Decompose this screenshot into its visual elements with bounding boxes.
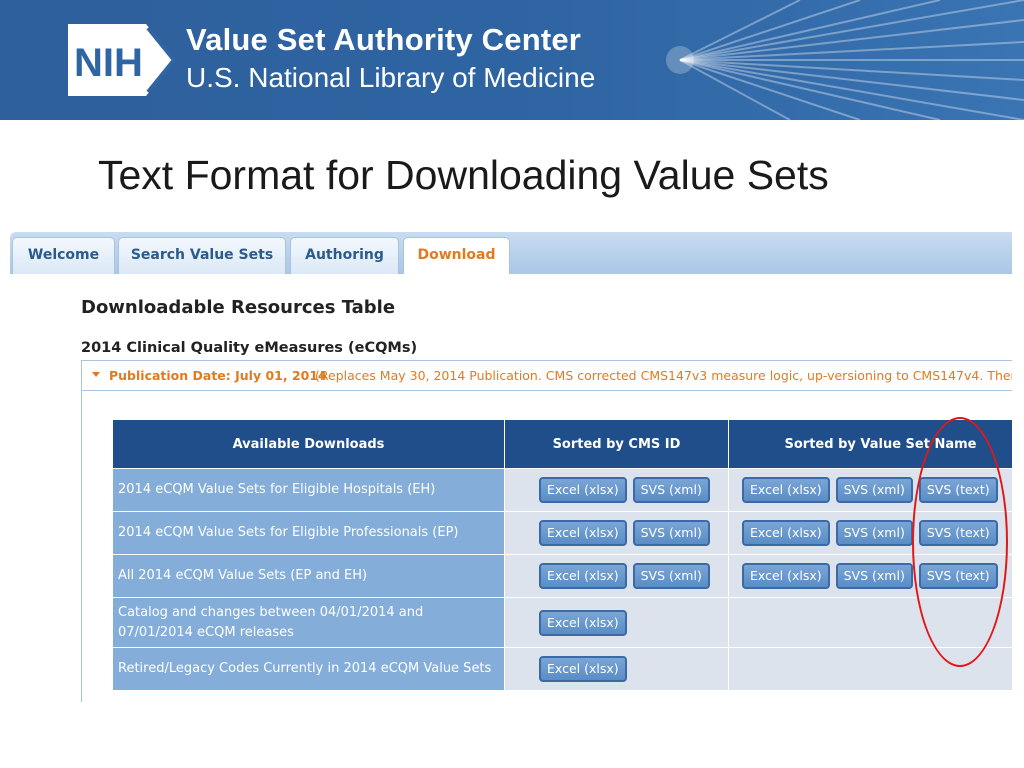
value-set-name-downloads: Excel (xlsx) SVS (xml) SVS (text) (728, 554, 1012, 598)
svs-xml-button[interactable]: SVS (xml) (632, 520, 710, 546)
vsac-banner: NIH Value Set Authority Center U.S. Nati… (0, 0, 1024, 120)
excel-xlsx-button[interactable]: Excel (xlsx) (742, 563, 830, 589)
publication-accordion: Publication Date: July 01, 2014 (Replace… (81, 360, 1012, 702)
nih-logo-text: NIH (74, 41, 143, 85)
svs-xml-button[interactable]: SVS (xml) (835, 563, 913, 589)
svs-text-button[interactable]: SVS (text) (918, 477, 998, 503)
tab-welcome[interactable]: Welcome (12, 237, 115, 274)
excel-xlsx-button[interactable]: Excel (xlsx) (539, 609, 627, 636)
column-header: Sorted by CMS ID (504, 419, 729, 469)
banner-title: Value Set Authority Center (186, 22, 582, 57)
column-header: Sorted by Value Set Name (728, 419, 1012, 469)
cms-id-downloads: Excel (xlsx) SVS (xml) (504, 511, 729, 555)
excel-xlsx-button[interactable]: Excel (xlsx) (742, 477, 830, 503)
publication-note: (Replaces May 30, 2014 Publication. CMS … (315, 368, 1012, 383)
svs-xml-button[interactable]: SVS (xml) (632, 563, 710, 589)
table-row: Retired/Legacy Codes Currently in 2014 e… (112, 647, 1012, 691)
section-heading: 2014 Clinical Quality eMeasures (eCQMs) (81, 340, 418, 356)
svs-text-button[interactable]: SVS (text) (918, 520, 998, 546)
banner-subtitle: U.S. National Library of Medicine (186, 62, 596, 93)
page-title: Downloadable Resources Table (81, 297, 396, 318)
row-label: All 2014 eCQM Value Sets (EP and EH) (112, 554, 505, 598)
table-row: 2014 eCQM Value Sets for Eligible Profes… (112, 511, 1012, 555)
svs-xml-button[interactable]: SVS (xml) (835, 477, 913, 503)
tab-search-value-sets[interactable]: Search Value Sets (118, 237, 286, 274)
publication-header[interactable]: Publication Date: July 01, 2014 (Replace… (82, 361, 1012, 391)
column-header: Available Downloads (112, 419, 505, 469)
caret-down-icon (92, 372, 100, 377)
excel-xlsx-button[interactable]: Excel (xlsx) (539, 520, 627, 546)
tab-strip: Welcome Search Value Sets Authoring Down… (10, 232, 1012, 274)
value-set-name-downloads: Excel (xlsx) SVS (xml) SVS (text) (728, 468, 1012, 512)
empty-cell (728, 647, 1012, 691)
excel-xlsx-button[interactable]: Excel (xlsx) (539, 477, 627, 503)
tab-download[interactable]: Download (403, 237, 510, 274)
row-label: 2014 eCQM Value Sets for Eligible Profes… (112, 511, 505, 555)
svs-xml-button[interactable]: SVS (xml) (632, 477, 710, 503)
cms-id-downloads: Excel (xlsx) (504, 647, 729, 691)
value-set-name-downloads: Excel (xlsx) SVS (xml) SVS (text) (728, 511, 1012, 555)
tab-authoring[interactable]: Authoring (290, 237, 399, 274)
slide-title: Text Format for Downloading Value Sets (98, 152, 829, 198)
cms-id-downloads: Excel (xlsx) (504, 597, 729, 648)
starburst-decoration (666, 0, 1024, 120)
empty-cell (728, 597, 1012, 648)
vsac-download-screenshot: Welcome Search Value Sets Authoring Down… (10, 232, 1012, 702)
downloads-table: Available Downloads Sorted by CMS ID Sor… (112, 419, 1012, 691)
row-label: Catalog and changes between 04/01/2014 a… (112, 597, 505, 648)
excel-xlsx-button[interactable]: Excel (xlsx) (539, 656, 627, 682)
table-row: All 2014 eCQM Value Sets (EP and EH) Exc… (112, 554, 1012, 598)
row-label: 2014 eCQM Value Sets for Eligible Hospit… (112, 468, 505, 512)
table-row: Catalog and changes between 04/01/2014 a… (112, 597, 1012, 648)
cms-id-downloads: Excel (xlsx) SVS (xml) (504, 554, 729, 598)
svs-text-button[interactable]: SVS (text) (918, 563, 998, 589)
table-row: 2014 eCQM Value Sets for Eligible Hospit… (112, 468, 1012, 512)
slide: NIH Value Set Authority Center U.S. Nati… (0, 0, 1024, 768)
cms-id-downloads: Excel (xlsx) SVS (xml) (504, 468, 729, 512)
publication-date: Publication Date: July 01, 2014 (109, 368, 327, 383)
svs-xml-button[interactable]: SVS (xml) (835, 520, 913, 546)
excel-xlsx-button[interactable]: Excel (xlsx) (742, 520, 830, 546)
nih-logo-icon: NIH (68, 24, 177, 96)
row-label: Retired/Legacy Codes Currently in 2014 e… (112, 647, 505, 691)
excel-xlsx-button[interactable]: Excel (xlsx) (539, 563, 627, 589)
